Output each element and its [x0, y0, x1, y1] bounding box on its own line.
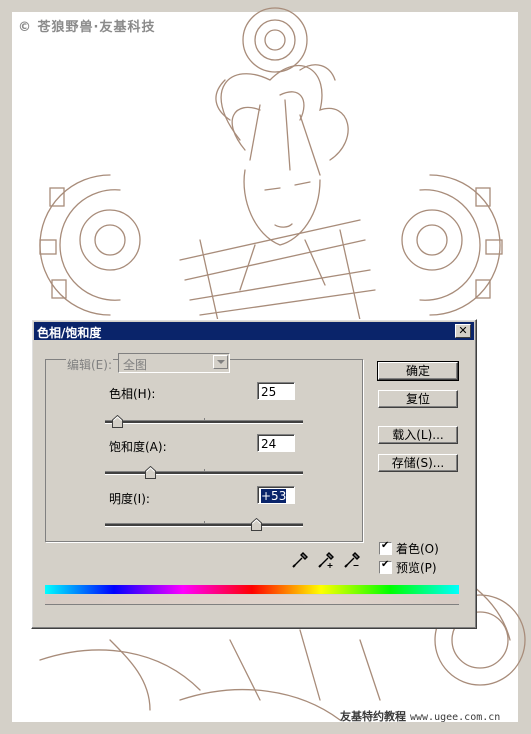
preview-label: 预览(P): [396, 561, 437, 575]
lightness-center-mark: [204, 521, 205, 524]
eyedropper-plus-icon[interactable]: [316, 550, 336, 570]
hue-label: 色相(H):: [109, 387, 156, 401]
watermark-bottom-text: 友基特约教程: [340, 710, 406, 723]
output-color-bar: [45, 595, 459, 605]
saturation-input[interactable]: 24: [257, 434, 295, 452]
settings-group: [45, 359, 363, 542]
eyedropper-icon[interactable]: [290, 550, 310, 570]
hue-slider-thumb[interactable]: [112, 415, 123, 428]
watermark-bottom-url: www.ugee.com.cn: [410, 712, 501, 723]
watermark-bottom: 友基特约教程 www.ugee.com.cn: [340, 708, 500, 724]
saturation-slider-track[interactable]: [105, 469, 303, 475]
input-color-bar: [45, 585, 459, 594]
lightness-slider-track[interactable]: [105, 521, 303, 527]
ok-button[interactable]: 确定: [377, 361, 459, 381]
preview-checkbox-row[interactable]: 预览(P): [379, 559, 437, 576]
reset-button[interactable]: 复位: [378, 390, 458, 408]
load-button[interactable]: 载入(L)...: [378, 426, 458, 444]
saturation-slider-thumb[interactable]: [145, 466, 156, 479]
preview-checkbox[interactable]: [379, 559, 392, 574]
saturation-center-mark: [204, 469, 205, 472]
chevron-down-icon[interactable]: [213, 355, 228, 369]
colorize-checkbox-row[interactable]: 着色(O): [379, 540, 439, 557]
lightness-value: +53: [261, 489, 287, 503]
edit-label: 编辑(E):: [66, 356, 113, 373]
eyedropper-minus-icon[interactable]: [342, 550, 362, 570]
save-button[interactable]: 存储(S)...: [378, 454, 458, 472]
close-button[interactable]: ✕: [455, 324, 471, 338]
watermark-top: © 苍狼野兽·友基科技: [18, 20, 156, 35]
hue-slider-track[interactable]: [105, 418, 303, 424]
hue-input[interactable]: 25: [257, 382, 295, 400]
dialog-titlebar[interactable]: 色相/饱和度 ✕: [34, 322, 474, 340]
hue-center-mark: [204, 418, 205, 421]
dialog-title: 色相/饱和度: [37, 326, 102, 340]
colorize-checkbox[interactable]: [379, 540, 392, 555]
saturation-value: 24: [261, 437, 277, 451]
edit-select[interactable]: 全图: [118, 353, 230, 373]
lightness-input[interactable]: +53: [257, 486, 295, 504]
saturation-label: 饱和度(A):: [109, 440, 167, 454]
hue-saturation-dialog: 色相/饱和度 ✕ 编辑(E): 全图 色相(H): 25 饱和度(A): 24 …: [31, 319, 477, 629]
lightness-label: 明度(I):: [109, 492, 150, 506]
hue-value: 25: [261, 385, 277, 399]
colorize-label: 着色(O): [396, 542, 439, 556]
lightness-slider-thumb[interactable]: [251, 518, 262, 531]
edit-select-value: 全图: [123, 358, 148, 372]
